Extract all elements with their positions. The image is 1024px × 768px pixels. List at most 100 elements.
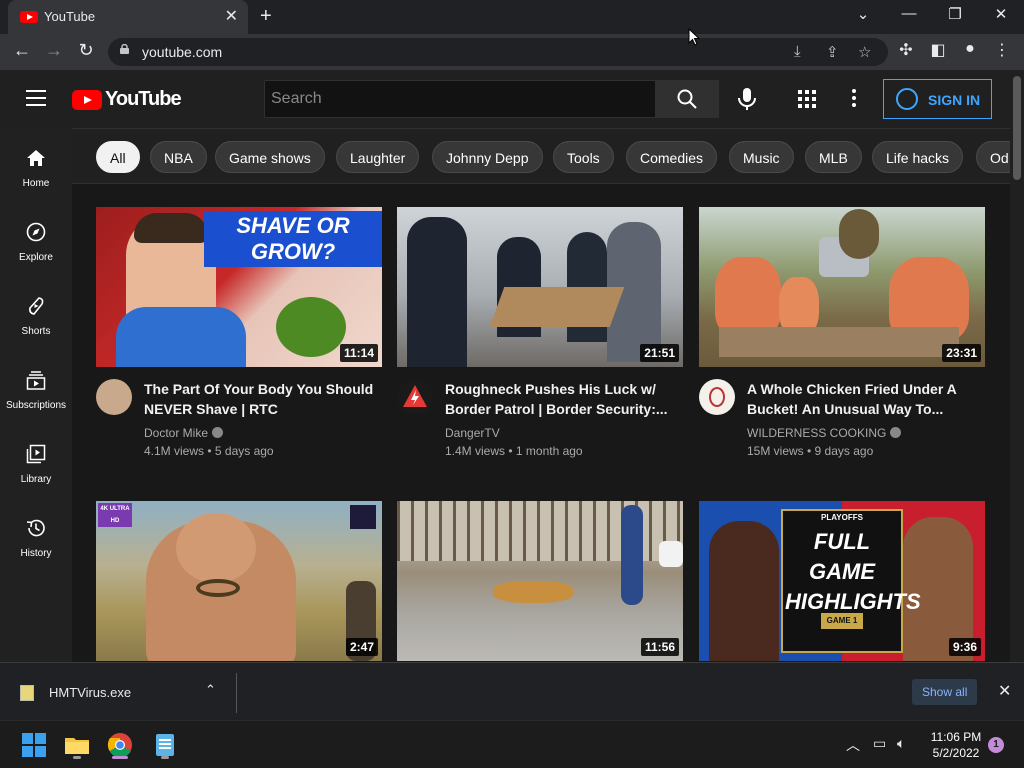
clock-date: 5/2/2022: [932, 746, 980, 760]
chip-all[interactable]: All: [96, 141, 140, 173]
install-app-icon[interactable]: ⤓: [794, 43, 801, 60]
chrome-taskbar-icon[interactable]: [106, 731, 134, 759]
chip-nba[interactable]: NBA: [150, 141, 207, 173]
file-icon: [20, 685, 34, 701]
guide-label: Subscriptions: [5, 400, 67, 411]
extensions-puzzle-icon[interactable]: ✣: [895, 40, 917, 60]
sign-in-button[interactable]: SIGN IN: [883, 79, 992, 119]
share-icon[interactable]: ⇪: [826, 43, 839, 61]
chip-game-shows[interactable]: Game shows: [215, 141, 325, 173]
video-thumbnail[interactable]: 4K ULTRA HD: [96, 501, 382, 661]
home-icon: [27, 150, 45, 166]
video-grid: SHAVE OR GROW? 11:14 The Part Of Your Bo…: [72, 184, 1010, 662]
channel-avatar[interactable]: [96, 379, 132, 415]
windows-taskbar: ︿ ▭ 🔈︎ 11:06 PM 5/2/2022 1: [0, 720, 1024, 768]
close-download-shelf-button[interactable]: ✕: [998, 681, 1011, 701]
verified-check-icon: [212, 427, 224, 438]
window-close-button[interactable]: ✕: [989, 5, 1013, 23]
channel-avatar[interactable]: [397, 379, 433, 415]
chip-laughter[interactable]: Laughter: [336, 141, 420, 173]
video-thumbnail[interactable]: PLAYOFFS FULL GAME HIGHLIGHTS GAME 1: [699, 501, 985, 661]
search-button[interactable]: [655, 80, 719, 118]
restore-button[interactable]: ❐: [943, 5, 967, 23]
microphone-icon[interactable]: [736, 87, 758, 111]
tab-title: YouTube: [44, 9, 96, 24]
network-icon[interactable]: ▭: [873, 735, 886, 752]
chip-comedies[interactable]: Comedies: [626, 141, 718, 173]
clock-time: 11:06 PM: [930, 730, 982, 744]
chip-mlb[interactable]: MLB: [805, 141, 862, 173]
tab-close-button[interactable]: ✕: [225, 6, 238, 26]
video-title[interactable]: Roughneck Pushes His Luck w/ Border Patr…: [445, 379, 681, 419]
minimize-button[interactable]: —: [897, 5, 921, 22]
channel-name[interactable]: DangerTV: [445, 426, 500, 440]
chip-life-hacks[interactable]: Life hacks: [872, 141, 964, 173]
hamburger-menu-icon[interactable]: [26, 90, 46, 106]
page-scrollbar[interactable]: [1010, 70, 1024, 662]
chip-music[interactable]: Music: [729, 141, 794, 173]
tab-search-button[interactable]: ⌄: [851, 5, 875, 23]
guide-item-library[interactable]: Library: [0, 432, 72, 506]
video-thumbnail[interactable]: [397, 207, 683, 367]
chrome-icon: [107, 733, 132, 758]
channel-name-text: DangerTV: [445, 426, 500, 440]
guide-item-history[interactable]: History: [0, 506, 72, 580]
browser-menu-icon[interactable]: ⋮: [991, 40, 1013, 60]
youtube-favicon-icon: [20, 11, 38, 23]
url-text: youtube.com: [142, 44, 223, 60]
video-title[interactable]: The Part Of Your Body You Should NEVER S…: [144, 379, 380, 419]
video-thumbnail[interactable]: [397, 501, 683, 661]
video-thumbnail[interactable]: [699, 207, 985, 367]
chip-johnny-depp[interactable]: Johnny Depp: [432, 141, 543, 173]
profile-icon[interactable]: ●: [959, 40, 981, 58]
4k-badge: 4K ULTRA HD: [98, 503, 132, 527]
bookmark-star-icon[interactable]: ☆: [858, 43, 871, 61]
verified-check-icon: [890, 427, 902, 438]
download-filename[interactable]: HMTVirus.exe: [49, 685, 131, 700]
forward-arrow-icon[interactable]: →: [42, 40, 66, 61]
channel-avatar[interactable]: [699, 379, 735, 415]
guide-item-subscriptions[interactable]: Subscriptions: [0, 358, 72, 432]
notepad-icon[interactable]: [151, 731, 179, 759]
thumbnail-text: SHAVE OR GROW?: [204, 211, 382, 267]
video-title[interactable]: A Whole Chicken Fried Under A Bucket! An…: [747, 379, 983, 419]
video-duration: 23:31: [942, 344, 981, 362]
notification-badge[interactable]: 1: [988, 737, 1004, 753]
settings-more-icon[interactable]: [852, 89, 856, 107]
youtube-play-icon: [72, 90, 102, 110]
address-bar[interactable]: youtube.com ⤓ ⇪ ☆: [108, 38, 888, 66]
back-arrow-icon[interactable]: ←: [10, 40, 34, 61]
channel-name[interactable]: Doctor Mike: [144, 426, 224, 440]
reload-icon[interactable]: ↻: [74, 40, 98, 61]
sign-in-label: SIGN IN: [928, 92, 981, 108]
show-all-button[interactable]: Show all: [912, 679, 978, 705]
running-indicator: [73, 756, 81, 759]
taskbar-clock[interactable]: 11:06 PM 5/2/2022: [924, 729, 988, 761]
filter-chip-bar: All NBA Game shows Laughter Johnny Depp …: [72, 128, 1010, 184]
thumbnail-small-text: PLAYOFFS: [821, 513, 863, 522]
video-thumbnail[interactable]: SHAVE OR GROW?: [96, 207, 382, 367]
divider: [236, 673, 237, 713]
chip-tools[interactable]: Tools: [553, 141, 614, 173]
guide-item-home[interactable]: Home: [0, 136, 72, 210]
new-tab-button[interactable]: +: [260, 5, 272, 28]
browser-tab[interactable]: YouTube ✕: [8, 0, 248, 34]
apps-grid-icon[interactable]: [798, 90, 816, 108]
guide-item-shorts[interactable]: Shorts: [0, 284, 72, 358]
guide-item-explore[interactable]: Explore: [0, 210, 72, 284]
video-duration: 11:14: [339, 344, 378, 362]
volume-icon[interactable]: 🔈︎: [897, 735, 905, 752]
file-explorer-icon[interactable]: [63, 731, 91, 759]
windows-start-icon[interactable]: [20, 731, 48, 759]
browser-tab-strip: YouTube ✕ + ⌄ — ❐ ✕: [0, 0, 1024, 34]
chip-od[interactable]: Od: [976, 141, 1010, 173]
side-panel-icon[interactable]: ◧: [927, 40, 949, 60]
guide-sidebar: Home Explore Shorts Subscriptions Librar…: [0, 128, 72, 662]
video-duration: 2:47: [345, 638, 378, 656]
show-hidden-icons-chevron[interactable]: ︿: [846, 735, 860, 755]
channel-name[interactable]: WILDERNESS COOKING: [747, 426, 902, 440]
search-input[interactable]: [264, 80, 656, 118]
scrollbar-thumb[interactable]: [1013, 76, 1021, 180]
subscriptions-icon: [26, 371, 46, 390]
chevron-up-icon[interactable]: ⌃: [205, 682, 216, 698]
